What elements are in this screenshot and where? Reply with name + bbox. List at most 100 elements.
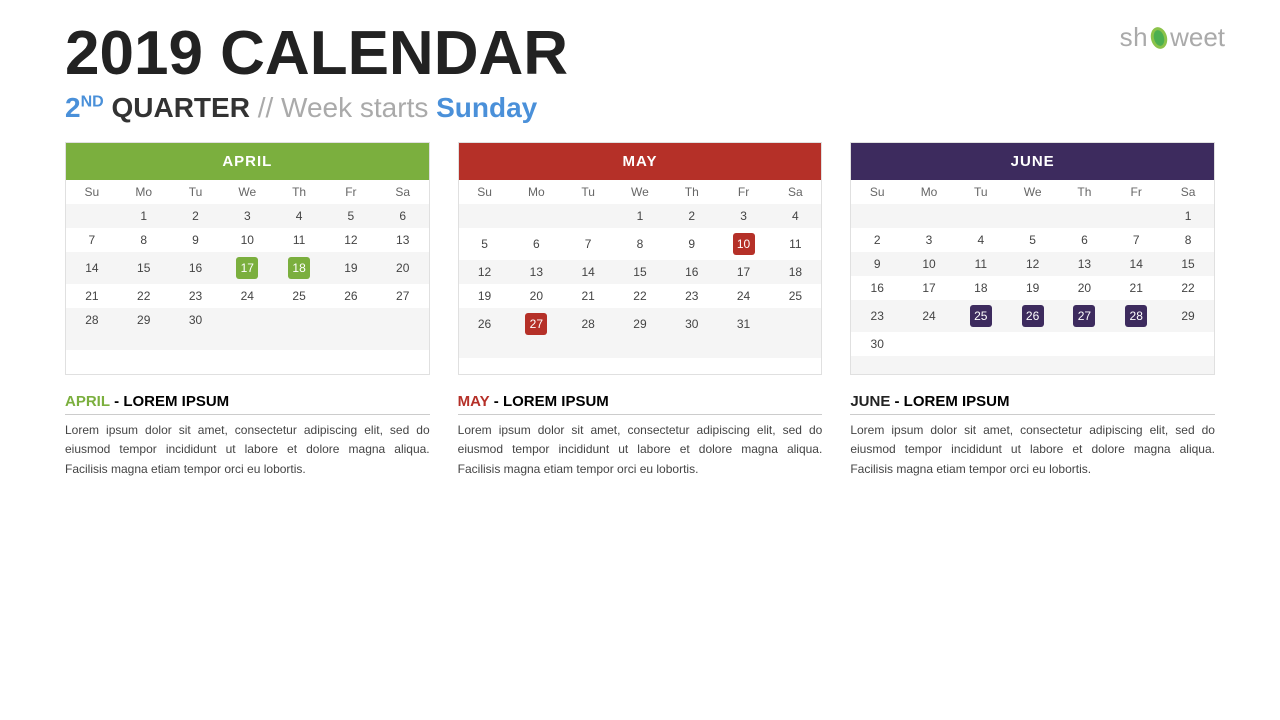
calendar-day: 26 (1007, 300, 1059, 332)
calendar-day (1110, 204, 1162, 228)
calendar-day: 9 (666, 228, 718, 260)
calendar-day (955, 204, 1007, 228)
april-th-tu: Tu (170, 180, 222, 204)
calendar-day: 6 (1059, 228, 1111, 252)
calendar-day: 18 (769, 260, 821, 284)
subtitle-quarter: QUARTER (111, 92, 257, 123)
calendar-day: 1 (118, 204, 170, 228)
calendar-day: 7 (66, 228, 118, 252)
calendar-day: 16 (851, 276, 903, 300)
calendar-day: 2 (170, 204, 222, 228)
april-calendar: APRIL Su Mo Tu We Th Fr Sa 1234567891011… (65, 142, 430, 375)
may-info-title: MAY - LOREM IPSUM (458, 393, 823, 415)
calendar-day: 16 (170, 252, 222, 284)
may-th-th: Th (666, 180, 718, 204)
april-th-fr: Fr (325, 180, 377, 204)
calendar-day: 11 (955, 252, 1007, 276)
calendar-day (221, 308, 273, 332)
april-th-su: Su (66, 180, 118, 204)
may-th-tu: Tu (562, 180, 614, 204)
calendar-day: 22 (614, 284, 666, 308)
calendar-day (851, 204, 903, 228)
calendar-day: 25 (769, 284, 821, 308)
calendar-day: 20 (510, 284, 562, 308)
calendar-day: 20 (377, 252, 429, 284)
may-footer (459, 340, 822, 358)
calendar-day: 5 (1007, 228, 1059, 252)
calendar-day: 17 (718, 260, 770, 284)
calendar-day (510, 204, 562, 228)
may-table: Su Mo Tu We Th Fr Sa 1234567891011121314… (459, 180, 822, 340)
april-th-mo: Mo (118, 180, 170, 204)
calendar-day: 2 (666, 204, 718, 228)
june-th-su: Su (851, 180, 903, 204)
may-th-we: We (614, 180, 666, 204)
calendar-day: 12 (1007, 252, 1059, 276)
calendar-day (1162, 332, 1214, 356)
calendar-day: 24 (221, 284, 273, 308)
calendar-day: 23 (666, 284, 718, 308)
calendar-day: 25 (273, 284, 325, 308)
calendar-day: 13 (510, 260, 562, 284)
calendar-day (1110, 332, 1162, 356)
brand-leaf-icon (1149, 26, 1169, 50)
june-footer (851, 356, 1214, 374)
june-th-fr: Fr (1110, 180, 1162, 204)
calendar-day: 26 (459, 308, 511, 340)
june-info-body: Lorem ipsum dolor sit amet, consectetur … (850, 421, 1215, 479)
calendar-day: 30 (851, 332, 903, 356)
april-footer (66, 332, 429, 350)
may-header: MAY (459, 143, 822, 180)
calendar-day: 3 (903, 228, 955, 252)
calendar-day: 2 (851, 228, 903, 252)
calendar-day: 4 (955, 228, 1007, 252)
calendar-day: 27 (510, 308, 562, 340)
calendar-day: 14 (66, 252, 118, 284)
calendar-day (562, 204, 614, 228)
calendar-day: 8 (118, 228, 170, 252)
calendar-day: 17 (903, 276, 955, 300)
calendar-day: 26 (325, 284, 377, 308)
june-calendar: JUNE Su Mo Tu We Th Fr Sa 12345678910111… (850, 142, 1215, 375)
april-info-colored: APRIL (65, 393, 110, 410)
calendar-day: 4 (769, 204, 821, 228)
june-th-we: We (1007, 180, 1059, 204)
calendar-day: 19 (459, 284, 511, 308)
calendar-day: 3 (718, 204, 770, 228)
calendar-day: 28 (562, 308, 614, 340)
june-th-th: Th (1059, 180, 1111, 204)
calendar-day (459, 204, 511, 228)
calendar-day: 14 (1110, 252, 1162, 276)
subtitle: 2ND QUARTER // Week starts Sunday (65, 92, 1215, 124)
may-th-fr: Fr (718, 180, 770, 204)
calendar-day: 10 (903, 252, 955, 276)
calendar-day: 23 (170, 284, 222, 308)
calendar-day: 11 (769, 228, 821, 260)
calendar-day: 28 (66, 308, 118, 332)
calendar-day (1007, 204, 1059, 228)
calendar-day (903, 204, 955, 228)
calendar-day: 14 (562, 260, 614, 284)
page-container: sh weet 2019 CALENDAR 2ND QUARTER // Wee… (0, 0, 1280, 720)
calendar-day: 24 (903, 300, 955, 332)
april-info-body: Lorem ipsum dolor sit amet, consectetur … (65, 421, 430, 479)
april-th-th: Th (273, 180, 325, 204)
calendar-day (273, 308, 325, 332)
june-th-mo: Mo (903, 180, 955, 204)
may-th-mo: Mo (510, 180, 562, 204)
brand-weet: weet (1170, 22, 1225, 53)
subtitle-sep: // Week starts (258, 92, 436, 123)
calendar-day: 15 (614, 260, 666, 284)
calendar-day: 19 (1007, 276, 1059, 300)
calendar-day: 1 (1162, 204, 1214, 228)
calendar-day (1059, 204, 1111, 228)
calendar-day: 8 (1162, 228, 1214, 252)
calendar-day: 15 (118, 252, 170, 284)
brand-sh: sh (1120, 22, 1148, 53)
calendar-day: 18 (273, 252, 325, 284)
calendar-day: 11 (273, 228, 325, 252)
calendar-day: 25 (955, 300, 1007, 332)
april-th-we: We (221, 180, 273, 204)
calendar-day: 27 (377, 284, 429, 308)
calendar-day (955, 332, 1007, 356)
